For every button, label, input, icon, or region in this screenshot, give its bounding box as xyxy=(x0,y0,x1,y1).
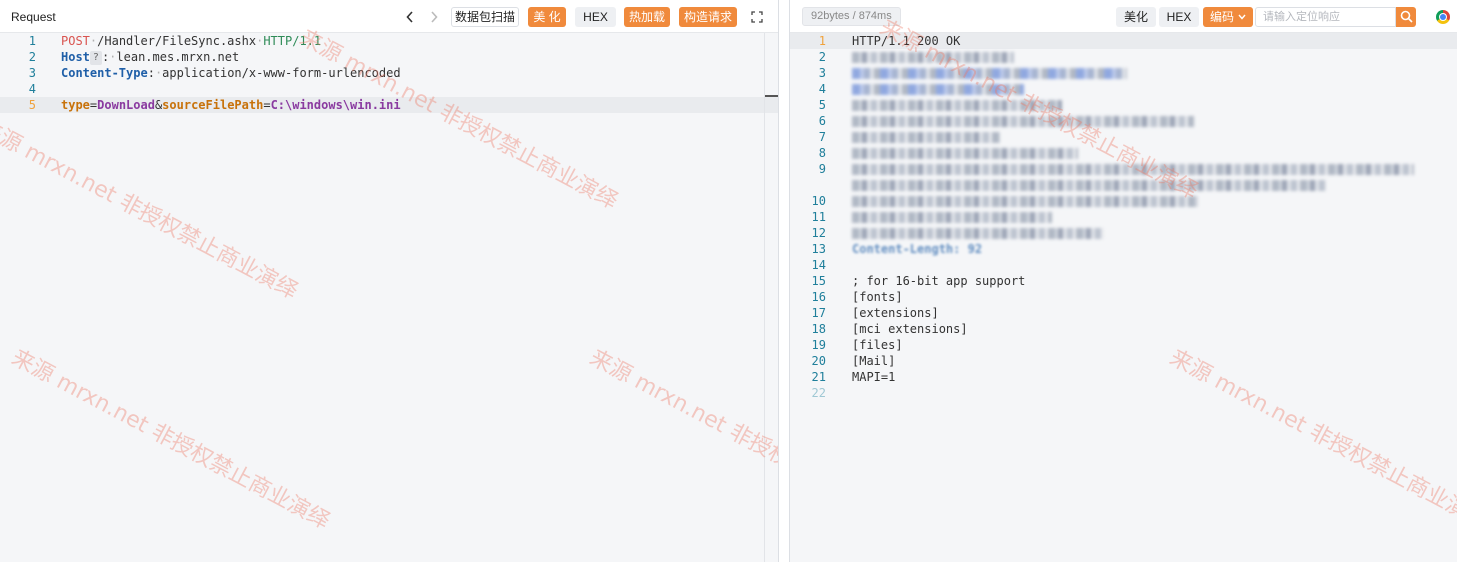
body-line: [mci extensions] xyxy=(852,322,968,336)
line-number: 13 xyxy=(811,242,826,256)
redacted-header xyxy=(852,68,1127,79)
param-name: sourceFilePath xyxy=(162,98,264,112)
search-button[interactable] xyxy=(1396,7,1416,27)
line-number: 12 xyxy=(811,226,826,240)
line-number: 3 xyxy=(818,66,826,80)
http-protocol: HTTP/1.1 xyxy=(263,34,322,48)
request-line: 3 Content-Type:·application/x-www-form-u… xyxy=(0,65,778,81)
line-number: 2 xyxy=(818,50,826,64)
request-line: 4 xyxy=(0,81,778,97)
line-number: 14 xyxy=(811,258,826,272)
line-number: 1 xyxy=(28,34,36,48)
hot-load-button[interactable]: 热加载 xyxy=(624,7,670,27)
request-pane: Request 数据包扫描 美 化 HEX 热加载 构造请求 1 POST·/H… xyxy=(0,0,779,562)
line-number: 1 xyxy=(818,34,826,48)
request-path: /Handler/FileSync.ashx xyxy=(97,34,257,48)
redacted-content-length: Content-Length: 92 xyxy=(852,242,983,256)
line-number: 22 xyxy=(811,386,826,400)
line-number: 5 xyxy=(28,98,36,112)
scroll-position-marker xyxy=(765,95,778,97)
body-line: [extensions] xyxy=(852,306,939,320)
line-number: 4 xyxy=(818,82,826,96)
redacted-header xyxy=(852,196,1198,207)
line-number: 16 xyxy=(811,290,826,304)
beautify-button[interactable]: 美 化 xyxy=(528,7,566,27)
line-number: 4 xyxy=(28,82,36,96)
line-number: 21 xyxy=(811,370,826,384)
redacted-header xyxy=(852,164,1414,175)
body-line: MAPI=1 xyxy=(852,370,896,384)
line-number: 5 xyxy=(818,98,826,112)
header-name: Content-Type xyxy=(61,66,148,80)
chevron-left-icon[interactable] xyxy=(402,7,418,27)
line-number: 17 xyxy=(811,306,826,320)
param-name: type xyxy=(61,98,90,112)
line-number: 9 xyxy=(818,162,826,176)
request-editor[interactable]: 1 POST·/Handler/FileSync.ashx·HTTP/1.1 2… xyxy=(0,33,778,562)
response-pane: 92bytes / 874ms 美化 HEX 编码 1 HTTP/1.1 200… xyxy=(789,0,1457,562)
beautify-button[interactable]: 美化 xyxy=(1116,7,1156,27)
encoding-dropdown[interactable]: 编码 xyxy=(1203,7,1253,27)
redacted-header xyxy=(852,116,1194,127)
browser-icon[interactable] xyxy=(1436,10,1450,24)
hex-button[interactable]: HEX xyxy=(1159,7,1199,27)
header-name: Host xyxy=(61,50,90,64)
redacted-header xyxy=(852,180,1326,191)
line-number: 11 xyxy=(811,210,826,224)
line-number: 6 xyxy=(818,114,826,128)
line-number: 19 xyxy=(811,338,826,352)
response-editor[interactable]: 1 HTTP/1.1 200 OK 2 3 4 5 6 7 8 9 10 11 … xyxy=(790,33,1457,562)
search-icon xyxy=(1400,10,1413,23)
response-stats-badge: 92bytes / 874ms xyxy=(802,7,901,26)
line-number: 18 xyxy=(811,322,826,336)
status-line: HTTP/1.1 200 OK xyxy=(852,34,961,48)
chevron-down-icon xyxy=(1238,14,1246,20)
line-number: 7 xyxy=(818,130,826,144)
redacted-header xyxy=(852,100,1062,111)
request-line: 2 Host?:·lean.mes.mrxn.net xyxy=(0,49,778,65)
body-line: ; for 16-bit app support xyxy=(852,274,1026,288)
line-number: 3 xyxy=(28,66,36,80)
request-scrollbar[interactable] xyxy=(764,33,765,562)
redacted-header xyxy=(852,52,1014,63)
line-number: 8 xyxy=(818,146,826,160)
chevron-right-icon[interactable] xyxy=(426,7,442,27)
construct-request-button[interactable]: 构造请求 xyxy=(679,7,737,27)
header-value: lean.mes.mrxn.net xyxy=(116,50,240,64)
request-title: Request xyxy=(11,10,56,24)
line-number: 20 xyxy=(811,354,826,368)
param-value: DownLoad xyxy=(97,98,155,112)
body-line: [Mail] xyxy=(852,354,896,368)
body-line: [files] xyxy=(852,338,903,352)
header-value: application/x-www-form-urlencoded xyxy=(162,66,401,80)
param-value: C:\windows\win.ini xyxy=(270,98,401,112)
http-method: POST xyxy=(61,34,90,48)
request-line: 1 POST·/Handler/FileSync.ashx·HTTP/1.1 xyxy=(0,33,778,49)
hex-button[interactable]: HEX xyxy=(575,7,616,27)
redacted-header xyxy=(852,132,1000,143)
redacted-header xyxy=(852,148,1078,159)
help-hint-badge[interactable]: ? xyxy=(89,51,102,65)
redacted-header xyxy=(852,212,1052,223)
request-line-active: 5 type=DownLoad&sourceFilePath=C:\window… xyxy=(0,97,778,113)
body-line: [fonts] xyxy=(852,290,903,304)
line-number: 15 xyxy=(811,274,826,288)
response-toolbar: 92bytes / 874ms 美化 HEX 编码 xyxy=(790,0,1457,33)
encoding-label: 编码 xyxy=(1210,10,1235,24)
packet-scan-button[interactable]: 数据包扫描 xyxy=(451,7,519,27)
response-line-active: 1 HTTP/1.1 200 OK xyxy=(790,33,1457,49)
line-number: 10 xyxy=(811,194,826,208)
redacted-header xyxy=(852,84,1024,95)
response-search-input[interactable] xyxy=(1255,7,1396,27)
pane-splitter[interactable] xyxy=(779,0,789,562)
fullscreen-icon[interactable] xyxy=(749,7,765,27)
line-number: 2 xyxy=(28,50,36,64)
request-toolbar: Request 数据包扫描 美 化 HEX 热加载 构造请求 xyxy=(0,0,778,33)
redacted-header xyxy=(852,228,1104,239)
